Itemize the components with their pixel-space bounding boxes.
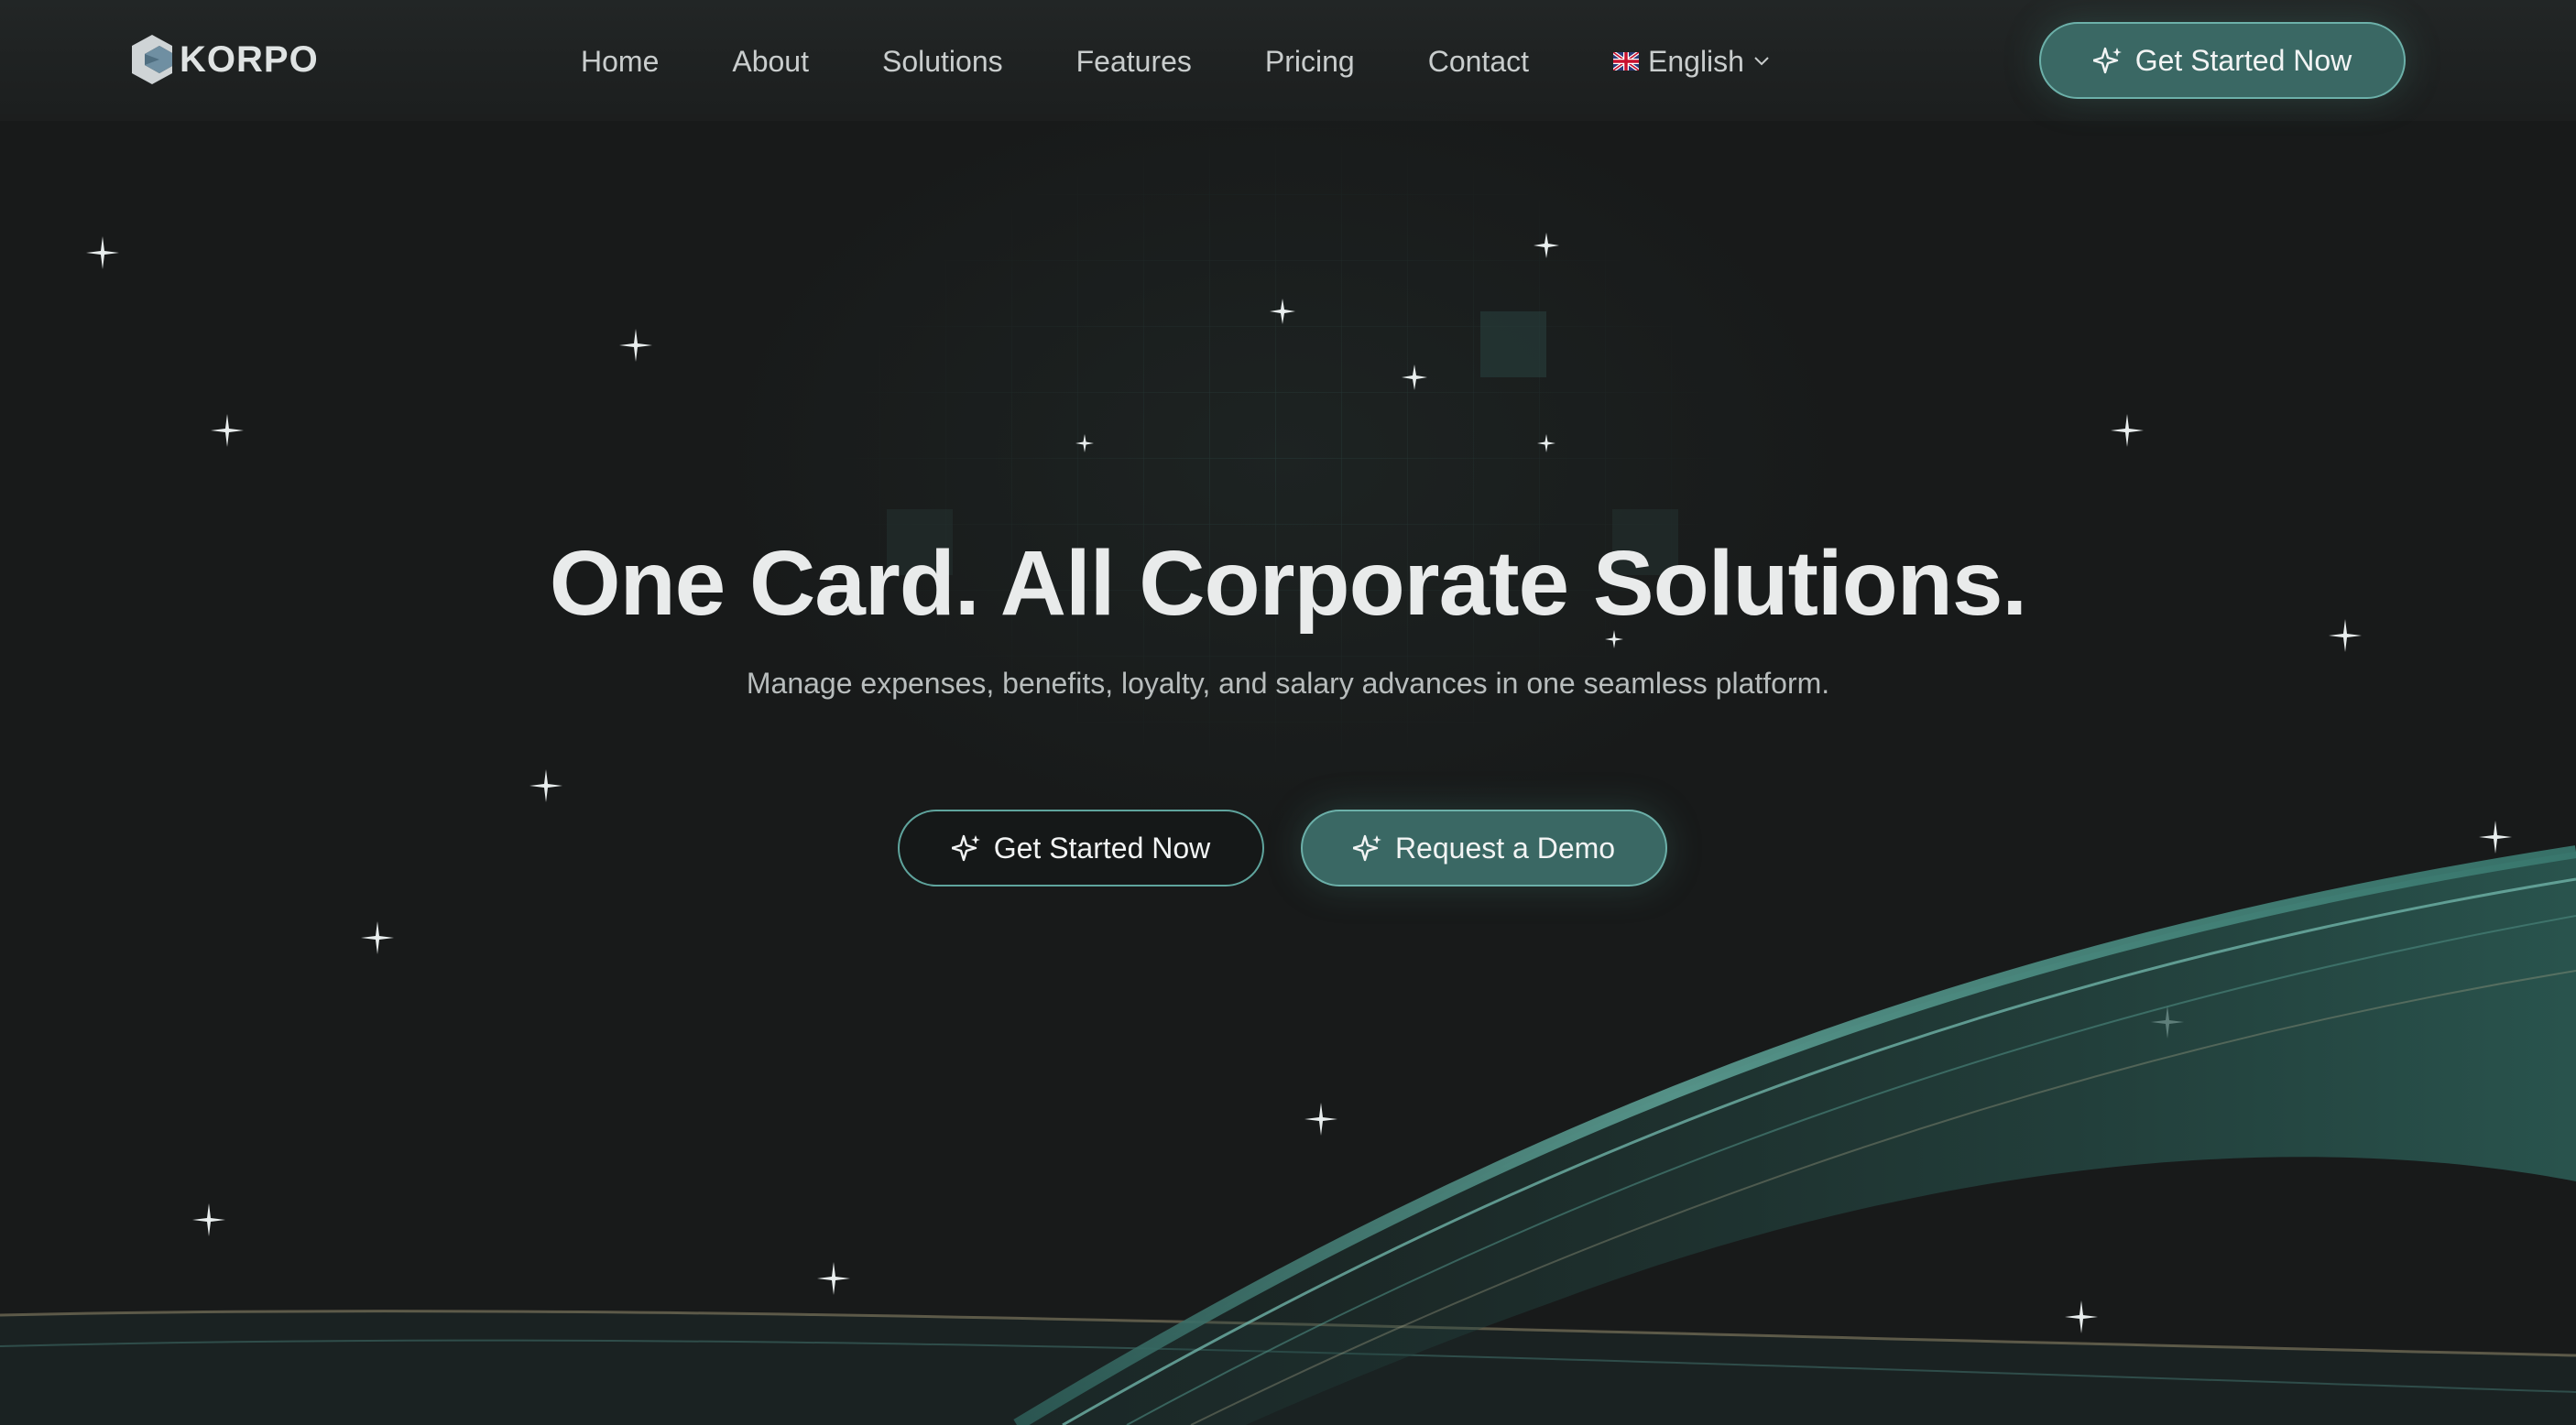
hero-background	[0, 110, 2576, 1425]
sparkle-icon	[951, 834, 980, 862]
brand-name: KORPO	[180, 38, 319, 80]
nav-item-contact[interactable]: Contact	[1428, 45, 1529, 79]
korpo-logo-icon	[132, 35, 172, 84]
landing-page: KORPO Home About Solutions Features Pric…	[0, 0, 2576, 1425]
nav-item-about[interactable]: About	[732, 45, 809, 79]
main-nav: Home About Solutions Features Pricing Co…	[581, 41, 1770, 82]
header-get-started-button[interactable]: Get Started Now	[2039, 22, 2406, 99]
uk-flag-icon	[1613, 52, 1639, 71]
nav-item-home[interactable]: Home	[581, 45, 659, 79]
header-get-started-label: Get Started Now	[2134, 43, 2352, 77]
brand-logo[interactable]: KORPO	[132, 35, 319, 84]
hero-subtitle: Manage expenses, benefits, loyalty, and …	[746, 667, 1830, 700]
request-demo-button[interactable]: Request a Demo	[1301, 810, 1667, 887]
hero-title: One Card. All Corporate Solutions.	[549, 532, 2027, 635]
sparkle-icon	[2092, 47, 2122, 74]
nav-item-solutions[interactable]: Solutions	[882, 45, 1003, 79]
nav-item-features[interactable]: Features	[1076, 45, 1192, 79]
sparkle-icon	[1352, 834, 1381, 862]
site-header: KORPO Home About Solutions Features Pric…	[0, 0, 2576, 121]
hero-get-started-button[interactable]: Get Started Now	[898, 810, 1264, 887]
request-demo-label: Request a Demo	[1394, 831, 1616, 865]
language-label: English	[1648, 44, 1744, 78]
nav-item-pricing[interactable]: Pricing	[1265, 45, 1355, 79]
chevron-down-icon	[1754, 57, 1769, 66]
language-selector[interactable]: English	[1613, 45, 1770, 79]
hero-get-started-label: Get Started Now	[993, 831, 1211, 865]
